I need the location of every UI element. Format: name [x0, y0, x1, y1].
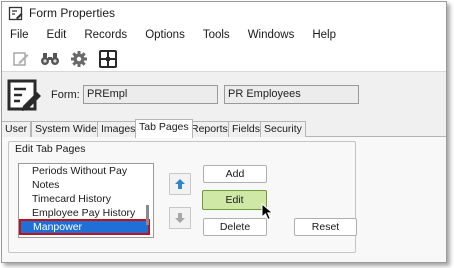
layout-toolbar-button[interactable]: [95, 48, 121, 70]
toolbar: [2, 46, 446, 72]
add-button[interactable]: Add: [203, 165, 267, 183]
edit-toolbar-button[interactable]: [8, 48, 34, 70]
tab-strip: User System Wide Images Tab Pages Report…: [2, 119, 446, 138]
tab-security[interactable]: Security: [260, 121, 306, 137]
reset-button[interactable]: Reset: [294, 218, 357, 236]
list-item[interactable]: Notes: [19, 178, 153, 192]
form-label: Form:: [51, 89, 80, 101]
tab-user[interactable]: User: [2, 121, 32, 137]
menu-records[interactable]: Records: [84, 29, 127, 41]
layout-grid-icon: [99, 49, 117, 68]
edit-button[interactable]: Edit: [202, 190, 267, 210]
tab-fields[interactable]: Fields: [228, 121, 265, 137]
menu-edit[interactable]: Edit: [47, 29, 67, 41]
move-up-button[interactable]: [169, 173, 191, 195]
binoculars-icon: [41, 52, 59, 65]
tab-pages-list[interactable]: Periods Without Pay Notes Timecard Histo…: [18, 163, 154, 238]
tab-system-wide[interactable]: System Wide: [31, 121, 101, 137]
tab-reports[interactable]: Reports: [187, 121, 232, 137]
list-item[interactable]: Timecard History: [19, 192, 153, 206]
menu-file[interactable]: File: [10, 29, 29, 41]
menu-help[interactable]: Help: [312, 29, 336, 41]
list-item[interactable]: Employee Pay History: [19, 206, 153, 220]
list-scrollbar-thumb[interactable]: [146, 205, 149, 225]
menu-tools[interactable]: Tools: [203, 29, 230, 41]
tab-tab-pages[interactable]: Tab Pages: [135, 119, 193, 138]
find-toolbar-button[interactable]: [37, 48, 63, 70]
settings-toolbar-button[interactable]: [66, 48, 92, 70]
app-form-icon: [8, 6, 23, 20]
tab-images[interactable]: Images: [97, 121, 140, 137]
form-description-field[interactable]: PR Employees: [224, 85, 359, 104]
gear-icon: [71, 50, 87, 67]
title-bar: Form Properties: [2, 2, 446, 24]
mouse-cursor-icon: [261, 203, 274, 221]
form-header: Form: PREmpl PR Employees: [2, 73, 446, 119]
move-down-button[interactable]: [169, 207, 191, 229]
menu-windows[interactable]: Windows: [248, 29, 295, 41]
delete-button[interactable]: Delete: [203, 218, 267, 236]
list-item-selected[interactable]: Manpower: [19, 219, 150, 235]
group-label: Edit Tab Pages: [15, 143, 86, 155]
arrow-down-icon: [175, 213, 185, 223]
window-title: Form Properties: [29, 6, 116, 20]
menu-bar: File Edit Records Options Tools Windows …: [2, 24, 446, 46]
edit-icon: [13, 51, 29, 66]
form-code-field[interactable]: PREmpl: [83, 85, 218, 104]
form-properties-window: Form Properties File Edit Records Option…: [1, 1, 447, 263]
menu-options[interactable]: Options: [145, 29, 185, 41]
list-item[interactable]: Periods Without Pay: [19, 164, 153, 178]
arrow-up-icon: [175, 179, 185, 189]
form-edit-icon: [7, 79, 41, 111]
